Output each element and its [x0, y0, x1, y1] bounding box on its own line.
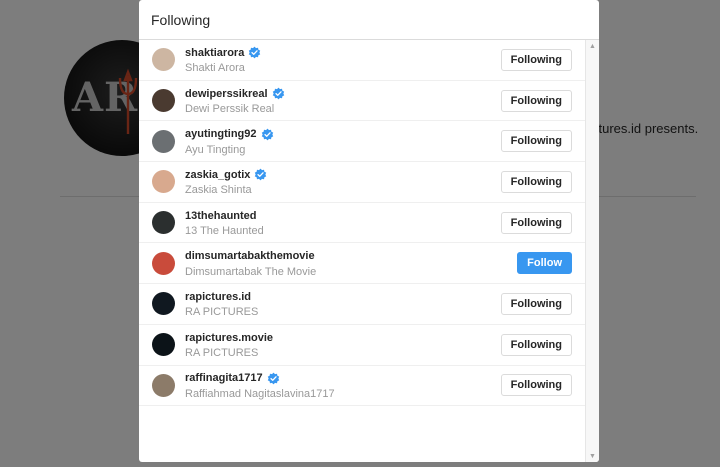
avatar[interactable] [152, 170, 175, 194]
follow-button[interactable]: Follow [517, 252, 572, 275]
avatar[interactable] [152, 129, 175, 153]
avatar[interactable] [152, 251, 175, 275]
user-info: dimsumartabakthemovie Dimsumartabak The … [185, 249, 517, 278]
avatar[interactable] [152, 89, 175, 113]
list-item: ayutingting92 Ayu Tingting Following [139, 121, 585, 163]
verified-badge-icon [261, 128, 273, 141]
verified-badge-icon [255, 169, 267, 181]
list-item: raffinagita1717 Raffiahmad Nagitaslavina… [139, 366, 585, 407]
username-link[interactable]: rapictures.id [185, 291, 251, 303]
following-button[interactable]: Following [500, 211, 572, 234]
username-link[interactable]: shaktiarora [185, 47, 244, 59]
user-info: raffinagita1717 Raffiahmad Nagitaslavina… [185, 371, 501, 400]
full-name: RA PICTURES [185, 306, 259, 319]
username-link[interactable]: dimsumartabakthemovie [185, 250, 315, 262]
following-button[interactable]: Following [500, 170, 572, 193]
username-link[interactable]: ayutingting92 [185, 128, 257, 140]
list-item: zaskia_gotix Zaskia Shinta Following [139, 162, 585, 203]
full-name: Raffiahmad Nagitaslavina1717 [185, 387, 335, 400]
user-info: 13thehaunted 13 The Haunted [185, 208, 501, 238]
user-info: rapictures.id RA PICTURES [185, 289, 501, 319]
user-info: ayutingting92 Ayu Tingting [185, 127, 501, 156]
full-name: Ayu Tingting [185, 143, 246, 156]
user-info: rapictures.movie RA PICTURES [185, 330, 501, 360]
full-name: Zaskia Shinta [185, 184, 252, 197]
following-button[interactable]: Following [500, 374, 572, 397]
username-link[interactable]: dewiperssikreal [185, 88, 268, 100]
following-list[interactable]: shaktiarora Shakti Arora Following dewip… [139, 40, 585, 462]
list-item: rapictures.movie RA PICTURES Following [139, 325, 585, 366]
list-item: dimsumartabakthemovie Dimsumartabak The … [139, 243, 585, 285]
avatar[interactable] [152, 48, 175, 72]
scroll-down-arrow-icon[interactable]: ▼ [586, 450, 599, 462]
username-link[interactable]: rapictures.movie [185, 332, 273, 344]
avatar[interactable] [152, 333, 175, 357]
following-button[interactable]: Following [500, 292, 572, 315]
full-name: Dewi Perssik Real [185, 103, 275, 116]
username-link[interactable]: 13thehaunted [185, 210, 257, 222]
username-link[interactable]: raffinagita1717 [185, 372, 263, 384]
following-modal: Following shaktiarora Shakti Arora Follo… [139, 0, 599, 462]
avatar[interactable] [152, 211, 175, 235]
user-info: zaskia_gotix Zaskia Shinta [185, 167, 501, 196]
list-item: rapictures.id RA PICTURES Following [139, 284, 585, 325]
following-button[interactable]: Following [500, 89, 572, 112]
modal-header: Following [139, 0, 599, 40]
full-name: Shakti Arora [185, 62, 245, 75]
verified-badge-icon [267, 372, 279, 385]
avatar[interactable] [152, 373, 175, 397]
scroll-up-arrow-icon[interactable]: ▲ [586, 40, 599, 52]
following-button[interactable]: Following [500, 333, 572, 356]
full-name: RA PICTURES [185, 347, 259, 360]
list-item: dewiperssikreal Dewi Perssik Real Follow… [139, 81, 585, 122]
following-button[interactable]: Following [500, 130, 572, 153]
full-name: 13 The Haunted [185, 225, 264, 238]
avatar[interactable] [152, 292, 175, 316]
username-link[interactable]: zaskia_gotix [185, 169, 250, 181]
scrollbar[interactable]: ▲ ▼ [585, 40, 599, 462]
user-info: dewiperssikreal Dewi Perssik Real [185, 86, 501, 115]
modal-title: Following [151, 11, 211, 28]
list-item: 13thehaunted 13 The Haunted Following [139, 203, 585, 244]
verified-badge-icon [249, 46, 261, 59]
user-info: shaktiarora Shakti Arora [185, 45, 501, 74]
following-button[interactable]: Following [500, 48, 572, 71]
list-item: shaktiarora Shakti Arora Following [139, 40, 585, 81]
full-name: Dimsumartabak The Movie [185, 265, 317, 278]
verified-badge-icon [272, 87, 284, 100]
